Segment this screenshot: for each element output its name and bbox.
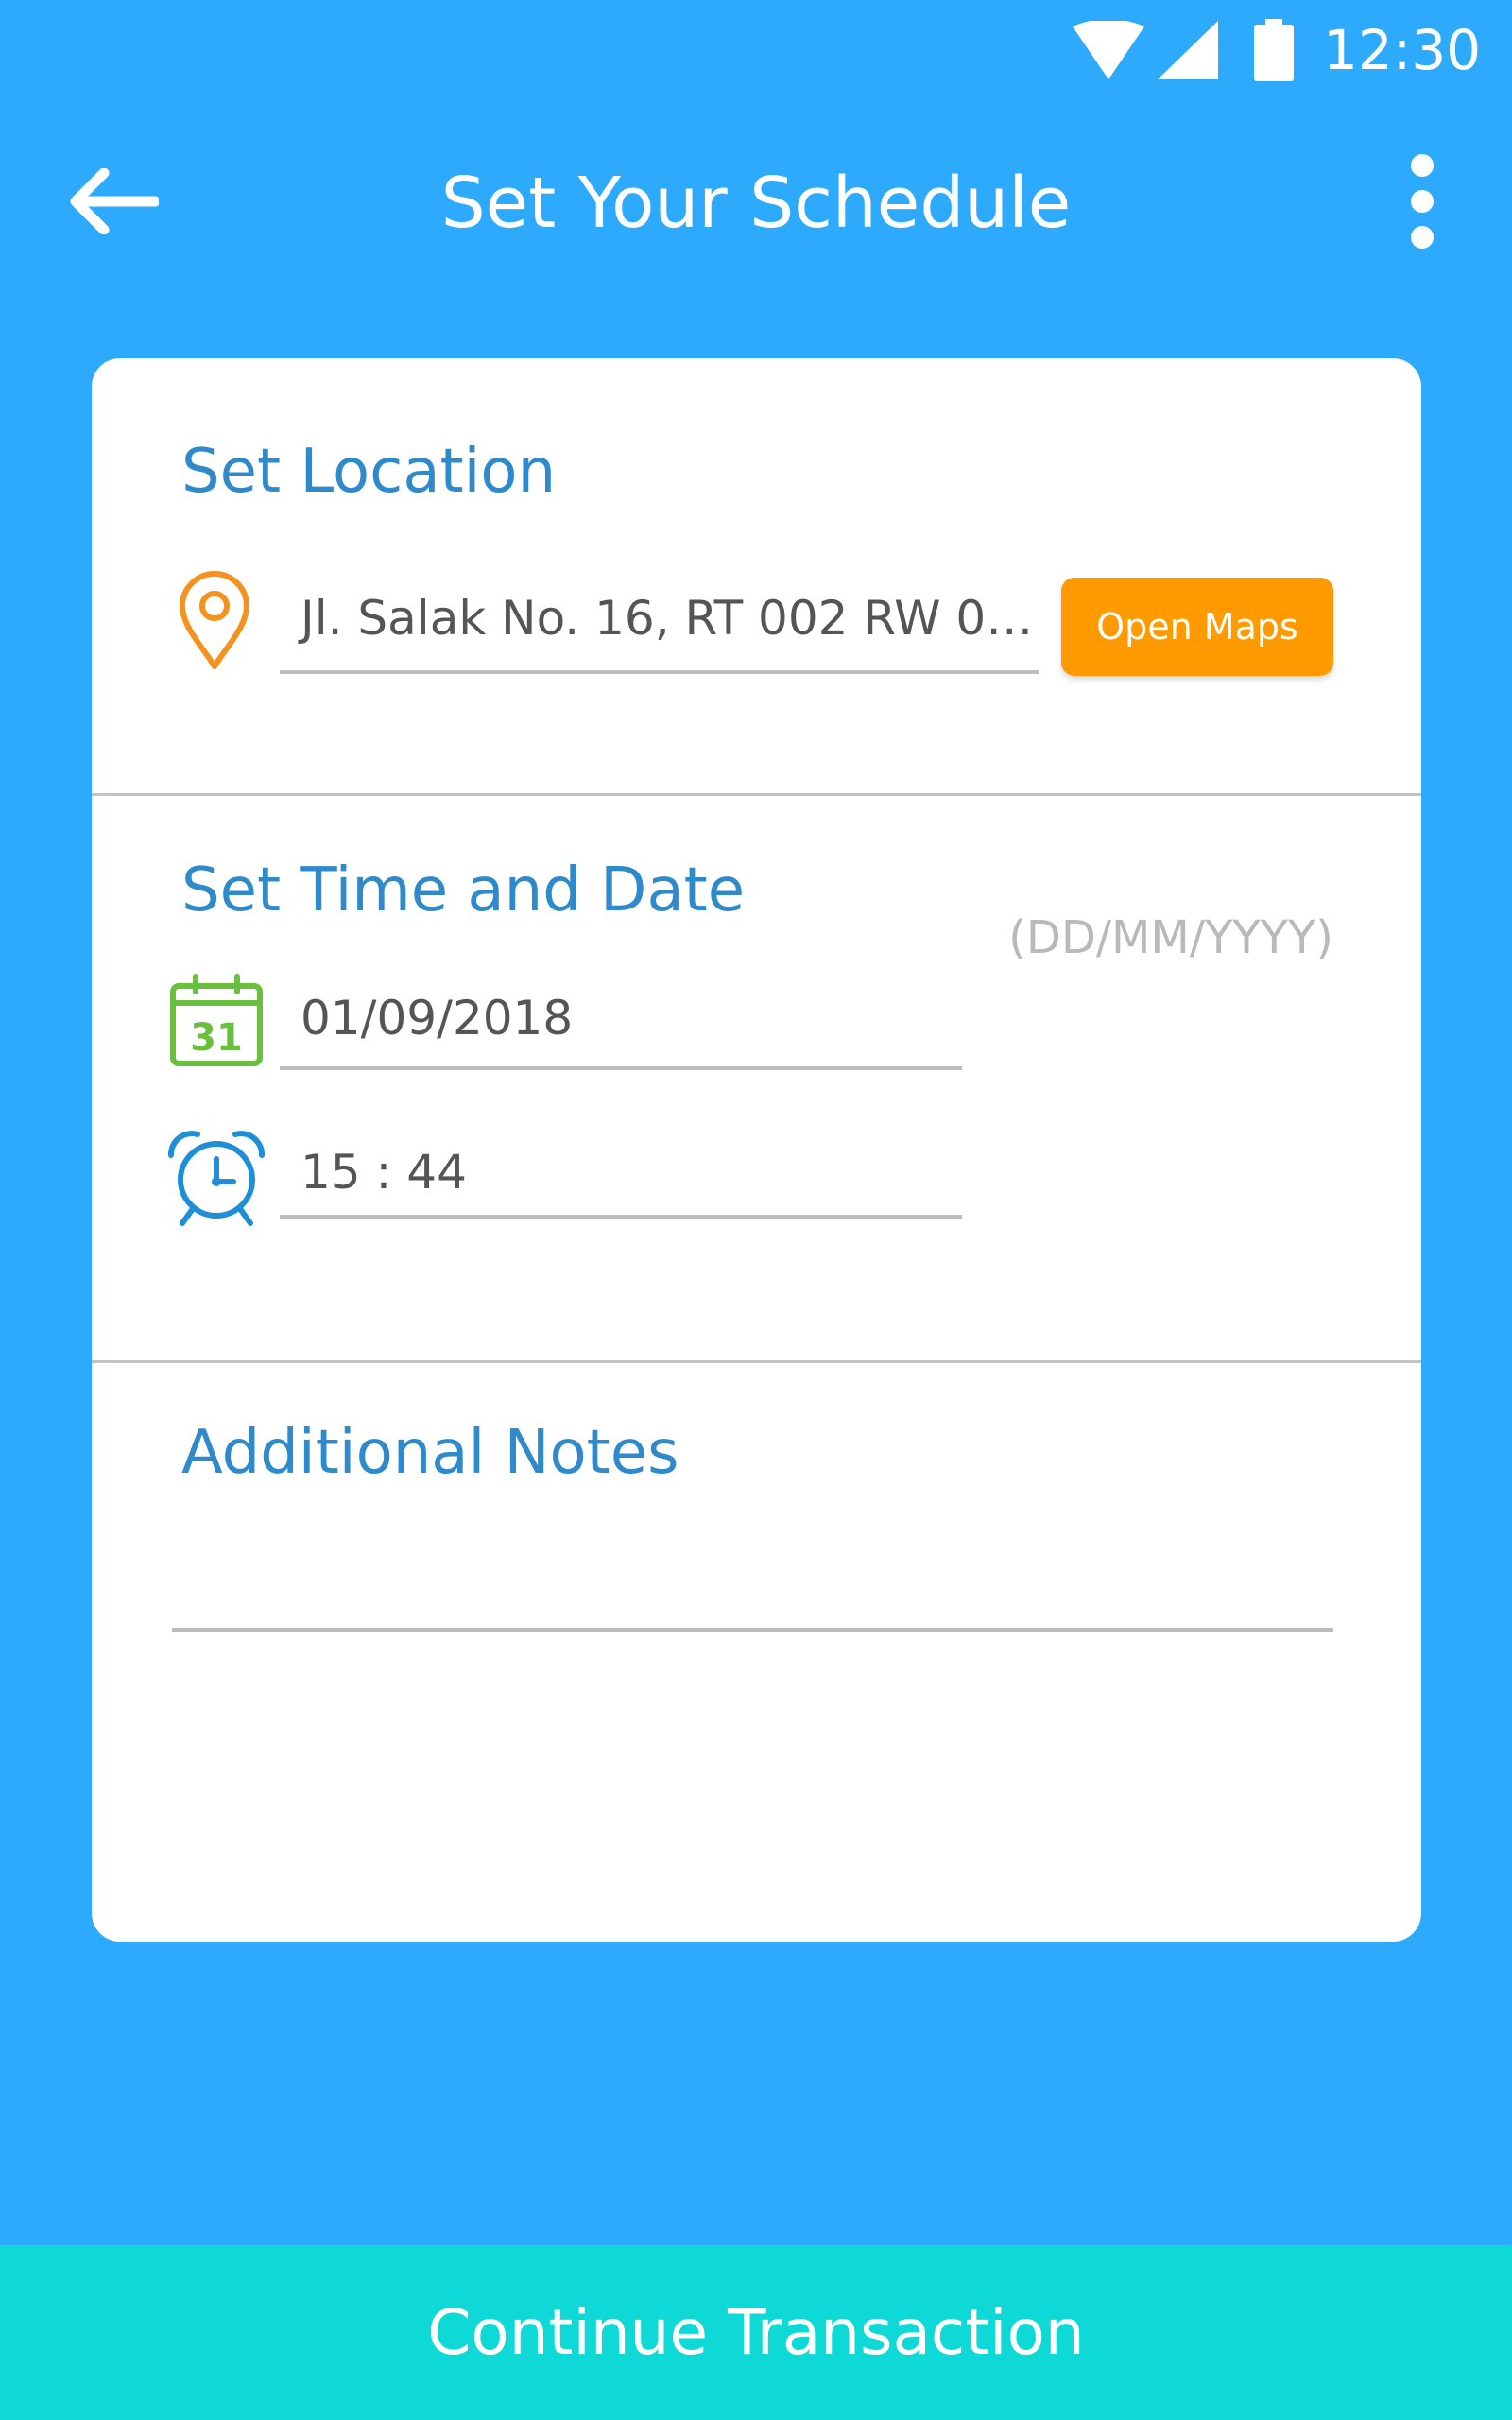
map-pin-icon	[177, 568, 252, 672]
calendar-day-number: 31	[190, 1016, 243, 1060]
more-vertical-icon	[1408, 154, 1436, 252]
app-header: Set Your Schedule	[0, 104, 1512, 284]
address-field[interactable]: Jl. Salak No. 16, RT 002 RW 015, ...	[280, 585, 1039, 674]
battery-icon	[1254, 19, 1294, 85]
calendar-icon: 31	[169, 973, 264, 1067]
wifi-icon	[1073, 19, 1144, 83]
location-section-title: Set Location	[181, 437, 557, 507]
date-field[interactable]: 01/09/2018	[280, 985, 962, 1070]
date-format-hint: (DD/MM/YYYY)	[1008, 911, 1333, 964]
time-field[interactable]: 15 : 44	[280, 1139, 962, 1219]
notes-section: Additional Notes	[92, 1363, 1421, 1942]
datetime-section: Set Time and Date 31 01/09/2018 (DD/MM/Y…	[92, 796, 1421, 1363]
arrow-left-icon	[68, 167, 161, 238]
page-title: Set Your Schedule	[440, 163, 1072, 244]
status-bar: 12:30	[0, 0, 1512, 104]
time-value: 15 : 44	[301, 1145, 467, 1200]
back-button[interactable]	[57, 151, 170, 255]
status-time: 12:30	[1323, 18, 1482, 82]
address-value: Jl. Salak No. 16, RT 002 RW 015, ...	[301, 591, 1039, 646]
date-value: 01/09/2018	[301, 991, 574, 1046]
continue-transaction-button[interactable]: Continue Transaction	[0, 2245, 1512, 2420]
location-section: Set Location Jl. Salak No. 16, RT 002 RW…	[92, 358, 1421, 796]
schedule-card: Set Location Jl. Salak No. 16, RT 002 RW…	[92, 358, 1421, 1942]
more-options-button[interactable]	[1380, 147, 1465, 260]
cell-signal-icon	[1158, 21, 1218, 83]
alarm-clock-icon	[163, 1127, 269, 1227]
notes-section-title: Additional Notes	[181, 1418, 679, 1488]
datetime-section-title: Set Time and Date	[181, 856, 746, 925]
notes-input[interactable]	[172, 1533, 1333, 1632]
open-maps-button[interactable]: Open Maps	[1061, 578, 1333, 676]
